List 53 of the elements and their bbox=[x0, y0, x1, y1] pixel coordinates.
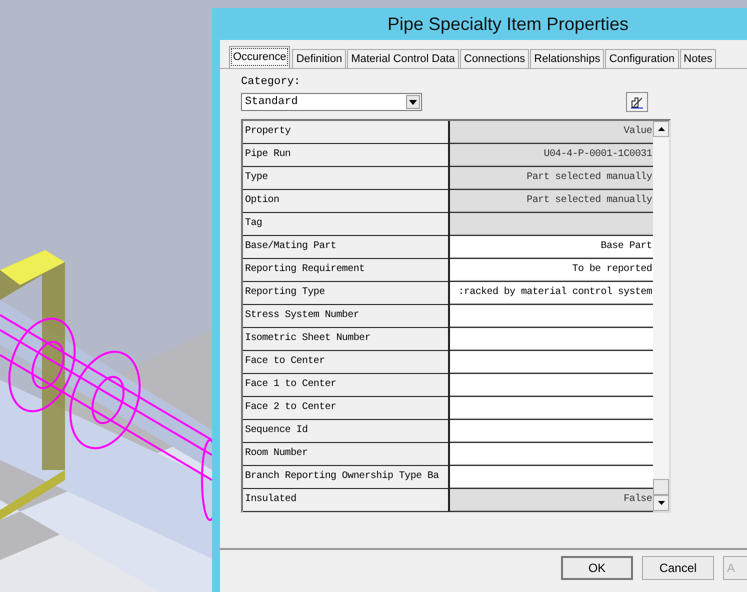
column-header: Property bbox=[243, 121, 450, 143]
caret-icon bbox=[406, 95, 420, 109]
window-title: Pipe Specialty Item Properties bbox=[386, 13, 630, 36]
property-value-cell[interactable]: False bbox=[450, 489, 654, 511]
property-value-cell[interactable]: Part selected manually bbox=[450, 190, 654, 212]
tab[interactable]: Connections bbox=[460, 49, 530, 68]
tab[interactable]: Notes bbox=[680, 49, 716, 68]
property-value-cell[interactable]: Part selected manually bbox=[450, 167, 654, 189]
dialog-button[interactable]: Cancel bbox=[642, 556, 714, 580]
dialog-button[interactable]: OK bbox=[561, 556, 633, 580]
tab[interactable]: Definition bbox=[292, 49, 346, 68]
property-value-cell[interactable] bbox=[450, 466, 654, 488]
property-value-cell[interactable] bbox=[450, 420, 654, 442]
property-name-cell: Base/Mating Part bbox=[243, 236, 450, 258]
property-value-cell[interactable] bbox=[450, 443, 654, 465]
property-value-cell[interactable] bbox=[450, 374, 654, 396]
property-value-cell[interactable] bbox=[450, 351, 654, 373]
category-dropdown[interactable]: Standard bbox=[241, 93, 422, 111]
column-header: Value bbox=[450, 121, 654, 143]
vertical-scrollbar[interactable] bbox=[653, 121, 669, 511]
scroll-down-icon[interactable] bbox=[653, 495, 670, 511]
tab[interactable]: Configuration bbox=[605, 49, 679, 68]
property-name-cell: Pipe Run bbox=[243, 144, 450, 166]
scroll-thumb[interactable] bbox=[653, 479, 670, 495]
property-value-cell[interactable]: :racked by material control system bbox=[450, 282, 654, 304]
property-name-cell: Face to Center bbox=[243, 351, 450, 373]
tab[interactable]: Material Control Data bbox=[347, 49, 459, 68]
property-name-cell: Reporting Requirement bbox=[243, 259, 450, 281]
category-label: Category: bbox=[241, 75, 300, 90]
sort-toolbar-button[interactable] bbox=[626, 92, 648, 112]
grid-edit-icon bbox=[630, 95, 644, 109]
property-value-cell[interactable]: U04-4-P-0001-1C0031 bbox=[450, 144, 654, 166]
property-value-cell[interactable] bbox=[450, 213, 654, 235]
tab[interactable]: Occurence bbox=[229, 46, 290, 68]
property-name-cell: Room Number bbox=[243, 443, 450, 465]
property-value-cell[interactable] bbox=[450, 305, 654, 327]
property-name-cell: Isometric Sheet Number bbox=[243, 328, 450, 350]
tab[interactable]: Relationships bbox=[530, 49, 604, 68]
property-value-cell[interactable] bbox=[450, 328, 654, 350]
property-name-cell: Face 2 to Center bbox=[243, 397, 450, 419]
property-name-cell: Type bbox=[243, 167, 450, 189]
property-name-cell: Option bbox=[243, 190, 450, 212]
property-name-cell: Sequence Id bbox=[243, 420, 450, 442]
property-name-cell: Reporting Type bbox=[243, 282, 450, 304]
property-value-cell[interactable]: Base Part bbox=[450, 236, 654, 258]
property-name-cell: Stress System Number bbox=[243, 305, 450, 327]
property-name-cell: Branch Reporting Ownership Type Ba bbox=[243, 466, 450, 488]
property-name-cell: Face 1 to Center bbox=[243, 374, 450, 396]
property-value-cell[interactable] bbox=[450, 397, 654, 419]
property-name-cell: Insulated bbox=[243, 489, 450, 511]
property-name-cell: Tag bbox=[243, 213, 450, 235]
scroll-up-icon[interactable] bbox=[653, 121, 670, 137]
property-value-cell[interactable]: To be reported bbox=[450, 259, 654, 281]
